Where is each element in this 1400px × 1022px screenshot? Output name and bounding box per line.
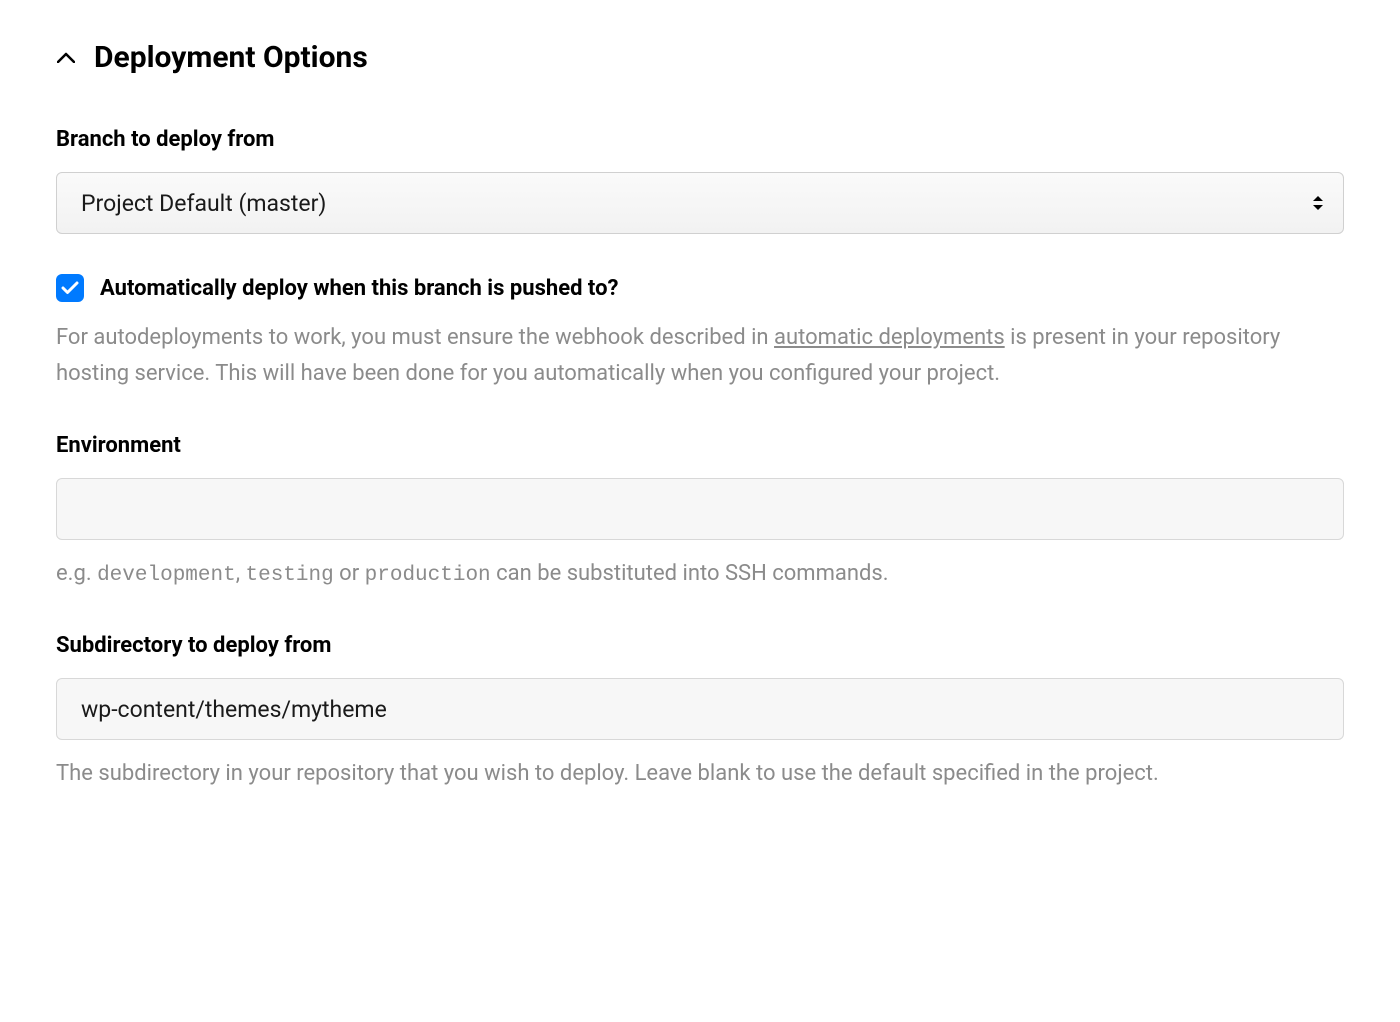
environment-field-group: Environment e.g. development, testing or… xyxy=(56,433,1344,594)
environment-hint-code1: development xyxy=(97,564,236,587)
subdirectory-input[interactable] xyxy=(56,678,1344,740)
branch-select[interactable]: Project Default (master) xyxy=(56,172,1344,234)
subdirectory-field-group: Subdirectory to deploy from The subdirec… xyxy=(56,633,1344,792)
environment-hint-code2: testing xyxy=(246,564,334,587)
section-title: Deployment Options xyxy=(94,40,368,75)
section-header[interactable]: Deployment Options xyxy=(56,40,1344,75)
autodeploy-label[interactable]: Automatically deploy when this branch is… xyxy=(100,276,618,301)
environment-hint-suffix: can be substituted into SSH commands. xyxy=(491,561,889,586)
branch-label: Branch to deploy from xyxy=(56,127,1344,152)
environment-input[interactable] xyxy=(56,478,1344,540)
environment-hint: e.g. development, testing or production … xyxy=(56,556,1344,594)
autodeploy-help-text: For autodeployments to work, you must en… xyxy=(56,320,1344,393)
check-icon xyxy=(61,281,79,295)
branch-field-group: Branch to deploy from Project Default (m… xyxy=(56,127,1344,234)
branch-select-wrapper: Project Default (master) xyxy=(56,172,1344,234)
subdirectory-hint: The subdirectory in your repository that… xyxy=(56,756,1344,792)
environment-hint-code3: production xyxy=(365,564,491,587)
autodeploy-help-prefix: For autodeployments to work, you must en… xyxy=(56,325,774,350)
environment-hint-mid1: , xyxy=(236,561,246,586)
automatic-deployments-link[interactable]: automatic deployments xyxy=(774,325,1005,350)
subdirectory-label: Subdirectory to deploy from xyxy=(56,633,1344,658)
autodeploy-checkbox[interactable] xyxy=(56,274,84,302)
environment-hint-mid2: or xyxy=(334,561,365,586)
chevron-up-icon xyxy=(56,48,76,68)
environment-label: Environment xyxy=(56,433,1344,458)
autodeploy-checkbox-row: Automatically deploy when this branch is… xyxy=(56,274,1344,302)
autodeploy-field-group: Automatically deploy when this branch is… xyxy=(56,274,1344,393)
environment-hint-prefix: e.g. xyxy=(56,561,97,586)
